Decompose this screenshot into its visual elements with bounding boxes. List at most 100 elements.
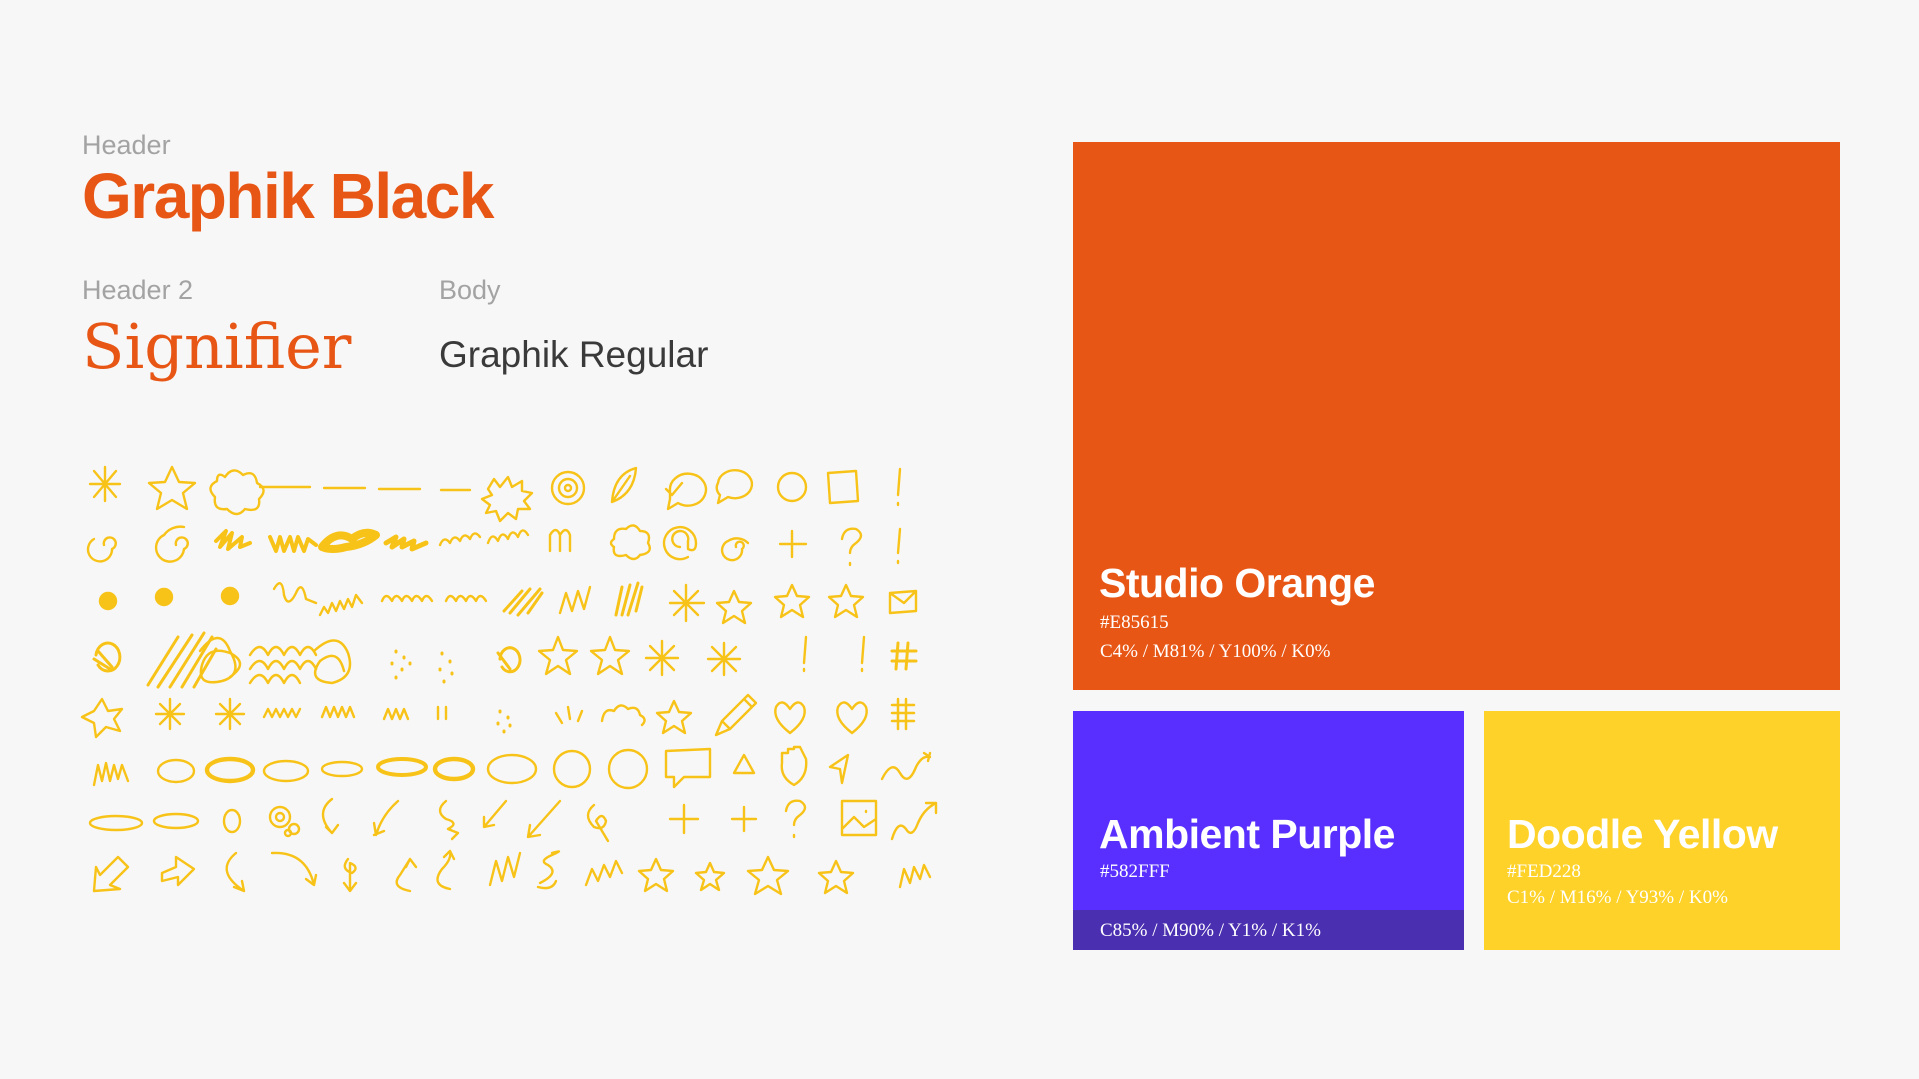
zigzag-doodle: [92, 761, 130, 787]
swatch-name: Doodle Yellow: [1507, 811, 1778, 857]
arrow-doodle: [482, 799, 508, 829]
heart-doodle: [836, 701, 868, 735]
curl-arrow-doodle: [438, 799, 460, 841]
star-doodle: [827, 583, 865, 619]
texture-block-doodle: [146, 631, 352, 689]
asterisk-doodle: [88, 465, 122, 503]
mark-lines-doodle: [436, 705, 448, 721]
header-font-label: Header: [82, 130, 171, 160]
squiggle-arrow-doodle: [880, 751, 932, 781]
star-doodle: [589, 635, 631, 676]
scribble-doodle: [214, 529, 252, 551]
swatch-cmyk: C85% / M90% / Y1% / K1%: [1100, 920, 1321, 941]
oval-doodle: [156, 758, 196, 784]
star-doodle: [694, 861, 726, 892]
hash-doodle: [890, 697, 916, 731]
dots-doodle: [390, 649, 412, 680]
question-doodle: [840, 527, 863, 567]
zigzag-doodle: [898, 863, 932, 889]
hatch-doodle: [614, 581, 644, 617]
curved-arrow-doodle: [270, 851, 318, 887]
question-doodle: [784, 799, 807, 839]
burst-star-doodle: [668, 583, 706, 623]
asterisk-doodle: [644, 639, 680, 677]
zigzag-doodle: [558, 585, 592, 615]
asterisk-doodle: [214, 697, 246, 731]
zigzag-doodle: [320, 705, 356, 719]
rays-doodle: [554, 705, 584, 725]
oval-doodle: [320, 760, 364, 778]
dots-doodle: [438, 651, 454, 684]
star-doodle: [537, 635, 579, 676]
scribble-doodle: [268, 535, 318, 553]
oval-doodle: [88, 814, 144, 832]
plus-doodle: [668, 803, 700, 835]
arrow-doodle: [342, 857, 358, 893]
swatch-ambient-purple: Ambient Purple #582FFF C85% / M90% / Y1%…: [1073, 711, 1464, 950]
zigzag-doodle: [584, 859, 624, 887]
body-font-label: Body: [439, 275, 501, 305]
swatch-name: Studio Orange: [1099, 560, 1375, 606]
exclamation-doodle: [896, 467, 902, 507]
hash-doodle: [890, 641, 918, 671]
oval-doodle: [376, 757, 428, 777]
check-bubble-doodle: [664, 472, 708, 511]
star-doodle: [746, 855, 790, 896]
curved-arrow-doodle: [321, 797, 340, 835]
squiggle-arrow-doodle: [890, 801, 938, 841]
zigzag-doodle: [262, 707, 302, 719]
zigzag-doodle: [488, 851, 522, 887]
header2-font-label: Header 2: [82, 275, 194, 305]
header2-font-sample: Signifier: [82, 310, 352, 383]
star-doodle: [80, 697, 124, 739]
curl-arrow-doodle: [586, 803, 610, 843]
pencil-doodle: [714, 693, 758, 737]
asterisk-doodle: [154, 697, 186, 731]
scribble-ball-doodle: [496, 646, 522, 674]
swatch-cmyk: C1% / M16% / Y93% / K0%: [1507, 887, 1728, 908]
arrow-doodle: [92, 855, 130, 893]
spiral-doodle: [86, 536, 117, 563]
hand-doodle: [780, 745, 808, 787]
oval-doodle: [222, 808, 242, 834]
oval-doodle: [204, 756, 256, 784]
at-sign-doodle: [662, 525, 698, 561]
hatch-doodle: [502, 587, 544, 617]
loops-doodle: [444, 594, 488, 603]
burst-doodle: [480, 475, 534, 523]
squiggle-doodle: [272, 582, 318, 605]
loops-doodle: [438, 532, 482, 547]
spiral-doodle: [154, 525, 189, 563]
oval-doodle: [486, 753, 538, 785]
dot-doodle: [220, 586, 240, 606]
dot-doodle: [154, 587, 174, 607]
arrow-doodle: [372, 799, 400, 837]
exclamation-doodle: [802, 635, 808, 673]
cloud-doodle: [600, 704, 646, 727]
arrow-doodle: [160, 855, 196, 887]
leaf-doodle: [610, 466, 638, 504]
loops-doodle: [380, 594, 434, 603]
cloud-doodle: [609, 524, 651, 561]
swatch-name: Ambient Purple: [1099, 811, 1395, 857]
circle-doodle: [776, 471, 808, 503]
spiral-doodle: [720, 537, 750, 562]
curl-arrow-doodle: [436, 849, 456, 891]
doodle-illustration-set: [80, 455, 960, 925]
swatch-cmyk-band: C85% / M90% / Y1% / K1%: [1073, 910, 1464, 950]
target-doodle: [550, 470, 586, 506]
cursor-doodle: [828, 753, 850, 785]
arrow-doodle: [526, 799, 562, 839]
speech-bubble-doodle: [715, 469, 754, 505]
star-doodle: [817, 859, 855, 895]
plus-doodle: [778, 529, 808, 559]
scribble-doodle: [383, 534, 429, 552]
swatch-hex: #E85615: [1100, 612, 1169, 633]
flower-doodle: [209, 469, 265, 516]
dots-doodle: [496, 709, 512, 734]
image-doodle: [840, 799, 878, 837]
swatch-doodle-yellow: Doodle Yellow #FED228 C1% / M16% / Y93% …: [1484, 711, 1840, 950]
loops-doodle: [486, 529, 530, 545]
scribble-doodle: [318, 528, 380, 553]
star-doodle: [715, 589, 753, 625]
